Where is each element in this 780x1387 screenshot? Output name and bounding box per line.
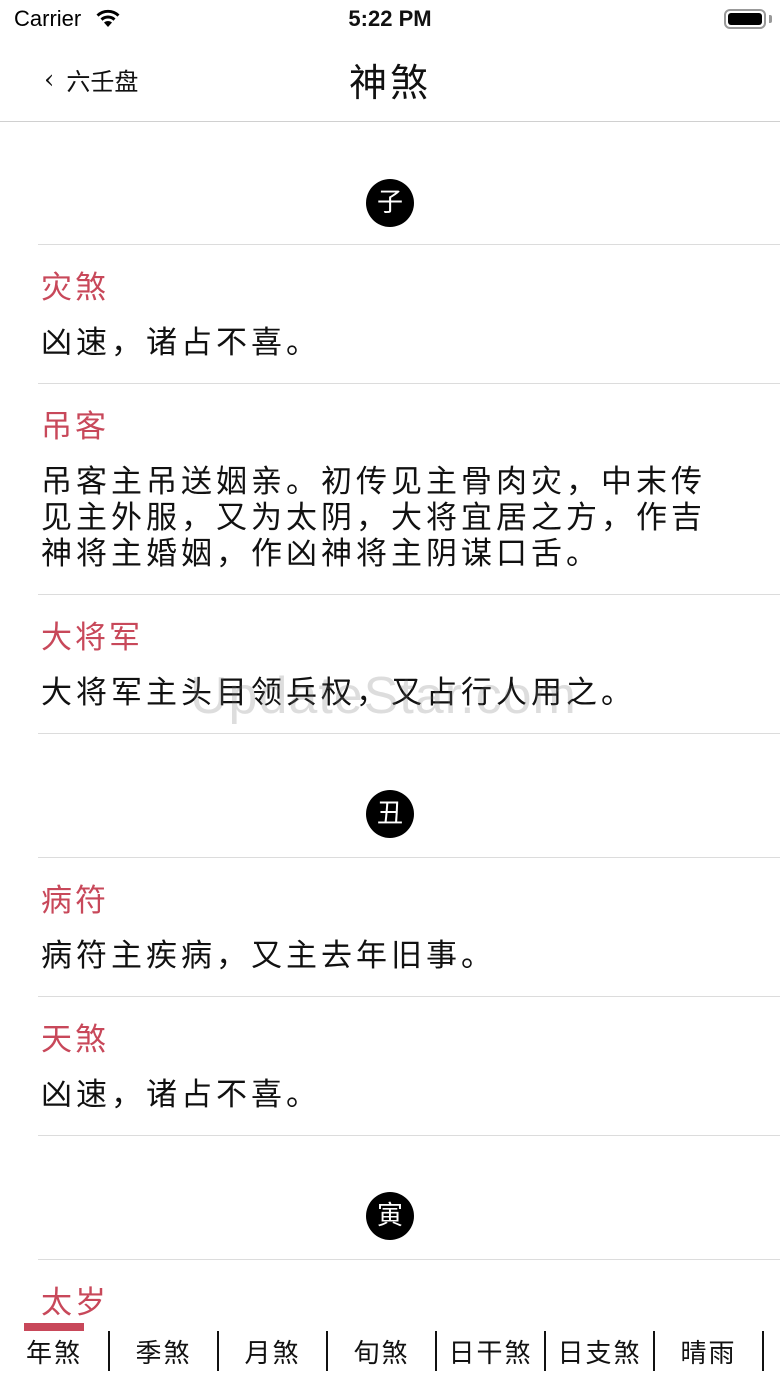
page-title: 神煞 [348, 61, 431, 105]
list-item[interactable]: 太岁 [38, 1260, 780, 1323]
navigation-bar: ‹ 六壬盘 神煞 [0, 40, 780, 122]
entry-name: 太岁 [41, 1285, 109, 1321]
list-item[interactable]: 大将军 大将军主头目领兵权，又占行人用之。 [38, 595, 780, 734]
entry-description: 凶速，诸占不喜。 [41, 1077, 321, 1113]
tab-qing-yu[interactable]: 晴雨 [655, 1331, 764, 1371]
entry-description: 凶速，诸占不喜。 [41, 325, 321, 361]
branch-badge: 丑 [366, 790, 414, 838]
active-tab-indicator [24, 1323, 84, 1331]
branch-badge: 寅 [366, 1192, 414, 1240]
tab-ji-sha[interactable]: 季煞 [110, 1331, 219, 1371]
entry-name: 吊客 [41, 409, 109, 445]
list-item[interactable]: 天煞 凶速，诸占不喜。 [38, 997, 780, 1136]
entry-name: 天煞 [41, 1022, 109, 1058]
entry-name: 大将军 [41, 620, 143, 656]
section-header: 丑 [38, 734, 780, 858]
tab-xun-sha[interactable]: 旬煞 [328, 1331, 437, 1371]
entry-description: 大将军主头目领兵权，又占行人用之。 [41, 675, 636, 711]
tab-yue-sha[interactable]: 月煞 [219, 1331, 328, 1371]
battery-icon [724, 9, 766, 29]
list-item[interactable]: 吊客 吊客主吊送姻亲。初传见主骨肉灾，中末传见主外服，又为太阴，大将宜居之方，作… [38, 384, 780, 595]
status-bar: Carrier 5:22 PM [0, 0, 780, 40]
tab-nian-sha[interactable]: 年煞 [0, 1331, 110, 1371]
tab-bar: 年煞 季煞 月煞 旬煞 日干煞 日支煞 晴雨 [0, 1323, 780, 1387]
entry-name: 灾煞 [41, 270, 109, 306]
section-header: 子 [38, 123, 780, 245]
tab-ri-zhi-sha[interactable]: 日支煞 [546, 1331, 655, 1371]
tab-list: 年煞 季煞 月煞 旬煞 日干煞 日支煞 晴雨 [0, 1331, 780, 1387]
shensha-list[interactable]: 子 灾煞 凶速，诸占不喜。 吊客 吊客主吊送姻亲。初传见主骨肉灾，中末传见主外服… [0, 123, 780, 1323]
entry-description: 吊客主吊送姻亲。初传见主骨肉灾，中末传见主外服，又为太阴，大将宜居之方，作吉神将… [41, 464, 706, 572]
tab-ri-gan-sha[interactable]: 日干煞 [437, 1331, 546, 1371]
list-item[interactable]: 灾煞 凶速，诸占不喜。 [38, 245, 780, 384]
list-item[interactable]: 病符 病符主疾病，又主去年旧事。 [38, 858, 780, 997]
clock: 5:22 PM [348, 6, 432, 31]
entry-description: 病符主疾病，又主去年旧事。 [41, 938, 496, 974]
battery-tip [769, 15, 772, 23]
branch-badge: 子 [366, 179, 414, 227]
section-header: 寅 [38, 1136, 780, 1260]
entry-name: 病符 [41, 883, 109, 919]
